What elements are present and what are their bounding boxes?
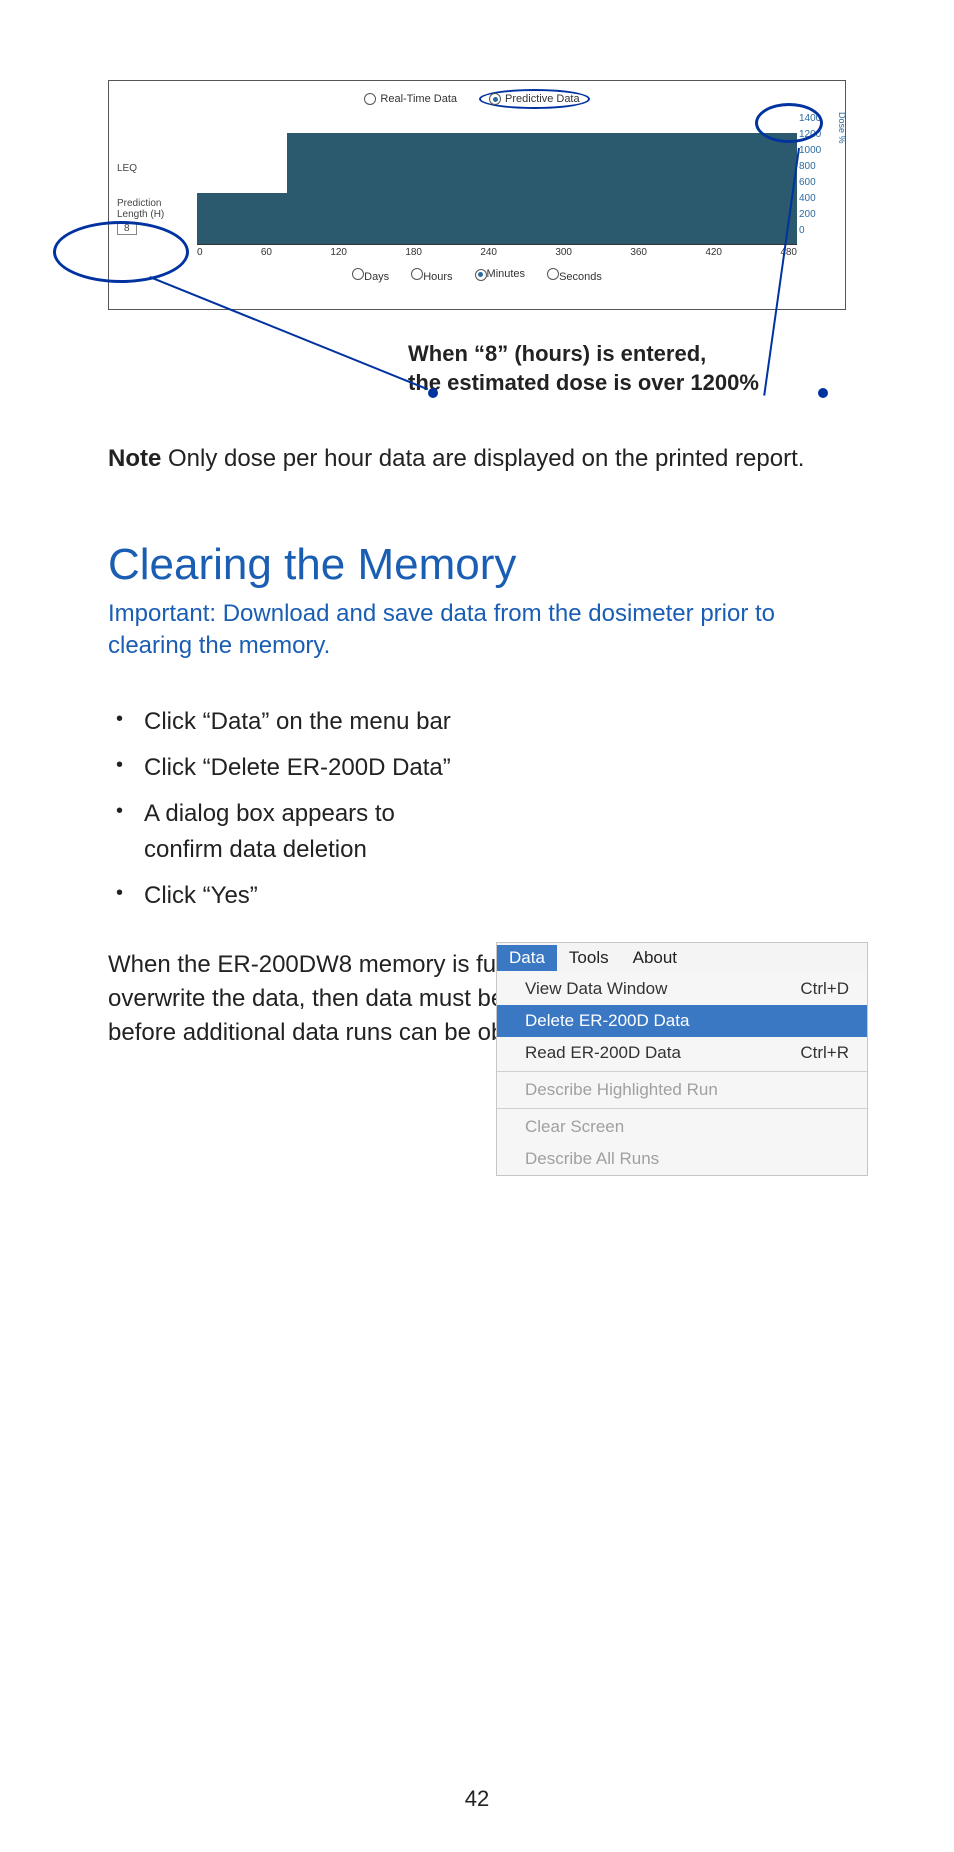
important-note: Important: Download and save data from t… [108,598,846,663]
menu-data[interactable]: Data [497,945,557,971]
menu-item-read-data[interactable]: Read ER-200D DataCtrl+R [497,1037,867,1069]
step-item: Click “Yes” [134,878,846,914]
step-item: A dialog box appears to confirm data del… [134,796,444,868]
predictive-radio[interactable]: Predictive Data [479,89,590,109]
chart-x-axis: 060120 180240300 360420480 [117,245,837,258]
chart-mode-radios: Real-Time Data Predictive Data [117,89,837,109]
note-paragraph: Note Only dose per hour data are display… [108,443,846,475]
menu-dropdown: View Data WindowCtrl+D Delete ER-200D Da… [497,973,867,1175]
chart-plot-area [197,115,797,245]
realtime-radio[interactable]: Real-Time Data [364,89,457,109]
menu-item-describe-all: Describe All Runs [497,1143,867,1175]
annotation-ellipse-peak [755,103,823,143]
data-menu: Data Tools About View Data WindowCtrl+D … [496,942,868,1176]
steps-list: Click “Data” on the menu bar Click “Dele… [108,704,846,914]
chart-callout: When “8” (hours) is entered, the estimat… [408,340,846,397]
menu-item-delete-data[interactable]: Delete ER-200D Data [497,1005,867,1037]
section-heading: Clearing the Memory [108,540,846,590]
page-number: 42 [0,1786,954,1812]
menu-item-view-data[interactable]: View Data WindowCtrl+D [497,973,867,1005]
step-item: Click “Delete ER-200D Data” [134,750,846,786]
menu-item-describe-highlighted: Describe Highlighted Run [497,1074,867,1106]
menu-item-clear-screen: Clear Screen [497,1111,867,1143]
menu-about[interactable]: About [621,945,689,971]
annotation-ellipse-input [53,221,189,283]
menu-bar: Data Tools About [497,943,867,973]
minutes-radio[interactable]: Minutes [475,268,526,283]
days-radio[interactable]: Days [352,268,389,283]
hours-radio[interactable]: Hours [411,268,452,283]
step-item: Click “Data” on the menu bar [134,704,846,740]
predictive-chart-panel: Real-Time Data Predictive Data LEQ Predi… [108,80,846,310]
menu-separator [497,1108,867,1109]
annotation-dot-left [428,388,438,398]
menu-tools[interactable]: Tools [557,945,621,971]
menu-separator [497,1071,867,1072]
annotation-dot-right [818,388,828,398]
chart-unit-radios: Days Hours Minutes Seconds [117,268,837,283]
seconds-radio[interactable]: Seconds [547,268,602,283]
